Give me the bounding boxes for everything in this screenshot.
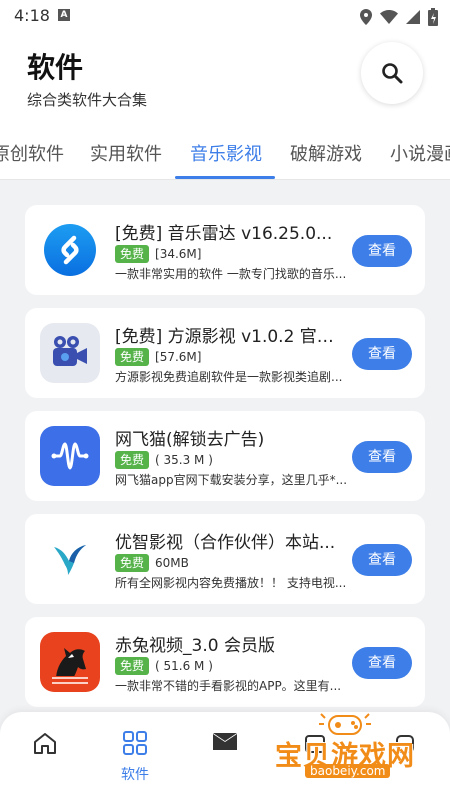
apps-grid-icon [123,731,147,755]
app-title: [免费] 音乐雷达 v16.25.0... [115,224,333,244]
header: 软件 综合类软件大合集 [0,32,450,132]
app-description: 一款非常实用的软件 一款专门找歌的音乐... [115,267,347,281]
view-button[interactable]: 查看 [352,338,412,370]
watermark-url: baobeiy.com [305,764,391,778]
view-button[interactable]: 查看 [352,647,412,679]
signal-icon [406,10,420,24]
battery-icon [428,8,438,26]
mail-icon [213,733,237,750]
app-meta: 免费 ( 51.6 M ) [115,657,213,675]
category-tabs: 原创软件 实用软件 音乐影视 破解游戏 小说漫画 [0,132,450,180]
free-badge: 免费 [115,245,150,263]
notification-a-icon: A [58,9,70,21]
app-size: ( 35.3 M ) [155,453,213,467]
app-title: 网飞猫(解锁去广告) [115,430,265,450]
nav-software-label: 软件 [121,767,149,783]
tab-cracked-games[interactable]: 破解游戏 [290,140,362,166]
status-time: 4:18 [14,6,50,25]
tab-original-software[interactable]: 原创软件 [0,140,64,166]
app-size: 60MB [155,556,189,570]
search-button[interactable] [361,42,423,104]
wifi-icon [380,10,398,24]
watermark: 宝贝游戏网 baobeiy.com [265,710,450,790]
horse-icon [40,632,100,692]
status-bar: 4:18 A [0,0,450,32]
bird-icon [40,529,100,589]
view-button[interactable]: 查看 [352,441,412,473]
tab-music-video[interactable]: 音乐影视 [190,140,262,166]
app-meta: 免费 60MB [115,554,189,572]
tab-utility-software[interactable]: 实用软件 [90,140,162,166]
app-description: 网飞猫app官网下载安装分享，这里几乎*... [115,473,348,487]
app-size: [57.6M] [155,350,202,364]
app-card[interactable]: 赤兔视频_3.0 会员版 免费 ( 51.6 M ) 一款非常不错的手看影视的A… [25,617,425,707]
app-card[interactable]: 优智影视（合作伙伴）本站... 免费 60MB 所有全网影视内容免费播放！！ 支… [25,514,425,604]
app-title: 优智影视（合作伙伴）本站... [115,533,336,553]
app-card[interactable]: [免费] 音乐雷达 v16.25.0... 免费 [34.6M] 一款非常实用的… [25,205,425,295]
app-description: 方源影视免费追剧软件是一款影视类追剧... [115,370,343,384]
search-icon [382,63,403,84]
nav-messages[interactable] [195,730,255,758]
tab-novels-comics[interactable]: 小说漫画 [390,140,450,166]
location-icon [360,9,372,25]
app-meta: 免费 [57.6M] [115,348,201,366]
nav-home[interactable] [15,730,75,760]
home-icon [34,733,56,754]
app-title: 赤兔视频_3.0 会员版 [115,636,275,656]
page-subtitle: 综合类软件大合集 [27,91,148,109]
page-title: 软件 [27,51,84,84]
app-title: [免费] 方源影视 v1.0.2 官方... [115,327,340,347]
active-tab-indicator [175,176,275,179]
free-badge: 免费 [115,348,150,366]
view-button[interactable]: 查看 [352,544,412,576]
app-card[interactable]: 网飞猫(解锁去广告) 免费 ( 35.3 M ) 网飞猫app官网下载安装分享，… [25,411,425,501]
app-size: ( 51.6 M ) [155,659,213,673]
view-button[interactable]: 查看 [352,235,412,267]
app-meta: 免费 [34.6M] [115,245,201,263]
app-description: 所有全网影视内容免费播放！！ 支持电视... [115,576,347,590]
free-badge: 免费 [115,554,150,572]
app-description: 一款非常不错的手看影视的APP。这里有... [115,679,342,693]
app-meta: 免费 ( 35.3 M ) [115,451,213,469]
free-badge: 免费 [115,657,150,675]
wave-icon [40,426,100,486]
nav-software[interactable]: 软件 [105,730,165,784]
app-card[interactable]: [免费] 方源影视 v1.0.2 官方... 免费 [57.6M] 方源影视免费… [25,308,425,398]
shazam-icon [40,220,100,280]
film-camera-icon [40,323,100,383]
app-size: [34.6M] [155,247,202,261]
free-badge: 免费 [115,451,150,469]
status-icons [360,8,438,26]
